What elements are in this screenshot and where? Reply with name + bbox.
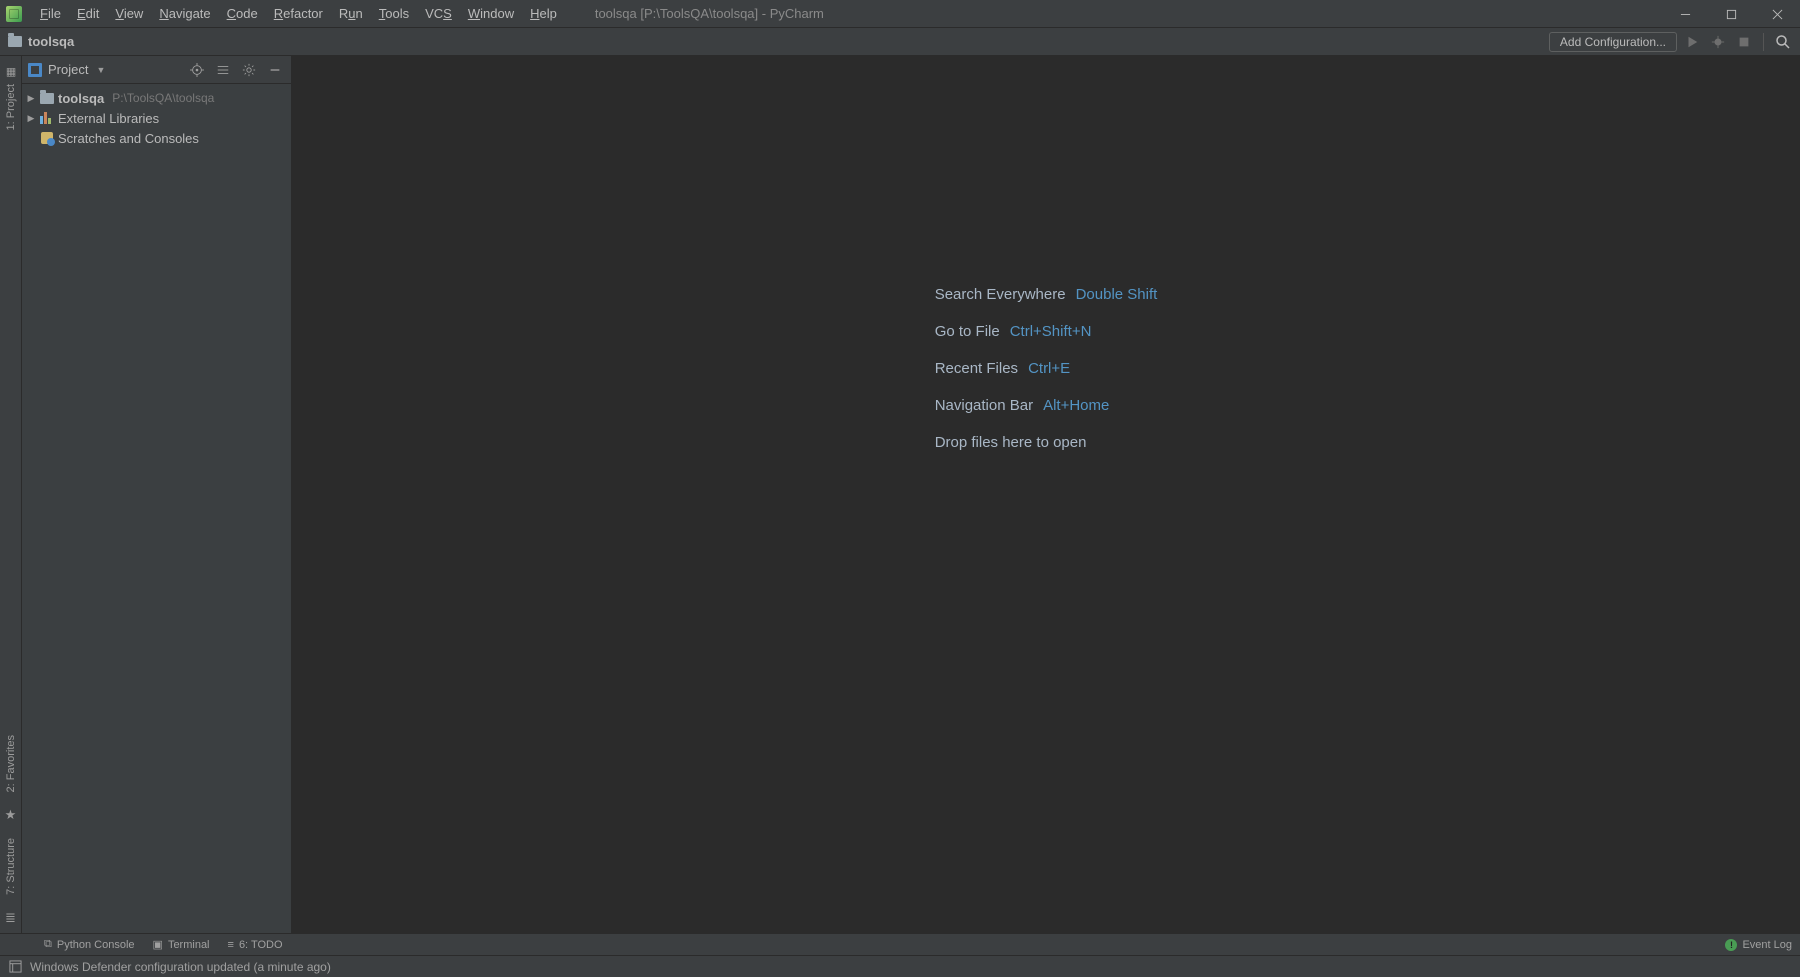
menu-code[interactable]: Code [219,0,266,27]
status-bar: Windows Defender configuration updated (… [0,955,1800,977]
stop-icon[interactable] [1733,31,1755,53]
add-configuration-button[interactable]: Add Configuration... [1549,32,1677,52]
hint-go-to-file: Go to File Ctrl+Shift+N [935,323,1158,340]
project-tool-window: Project ▼ ▶ toolsqa P:\ToolsQA\toolsqa ▶… [22,56,292,933]
tool-button-favorites[interactable]: 2: Favorites [5,729,17,798]
project-tree[interactable]: ▶ toolsqa P:\ToolsQA\toolsqa ▶ External … [22,84,291,148]
tab-python-console[interactable]: ⧉ Python Console [44,938,135,951]
hint-navigation-bar: Navigation Bar Alt+Home [935,397,1158,414]
tree-item-root[interactable]: ▶ toolsqa P:\ToolsQA\toolsqa [22,88,291,108]
tab-todo[interactable]: ≡ 6: TODO [228,939,283,951]
tool-button-structure[interactable]: 7: Structure [5,832,17,901]
chevron-right-icon[interactable]: ▶ [26,93,36,104]
menu-refactor[interactable]: Refactor [266,0,331,27]
navigation-bar: toolsqa Add Configuration... [0,28,1800,56]
window-controls [1662,0,1800,28]
project-icon: ▦ [4,66,18,80]
app-logo-icon [6,6,22,22]
menu-view[interactable]: View [107,0,151,27]
menu-vcs[interactable]: VCS [417,0,460,27]
bottom-tool-tabs: ⧉ Python Console ▣ Terminal ≡ 6: TODO ! … [0,933,1800,955]
main-area: 1: Project ▦ 2: Favorites ★ 7: Structure… [0,56,1800,933]
breadcrumb[interactable]: toolsqa [28,34,74,49]
terminal-icon: ▣ [153,938,163,951]
hide-tool-icon[interactable] [265,60,285,80]
project-tool-title[interactable]: Project [48,62,88,77]
python-icon: ⧉ [44,938,52,951]
chevron-down-icon[interactable]: ▼ [96,65,105,75]
menu-edit[interactable]: Edit [69,0,107,27]
library-icon [40,112,54,124]
toolbar-separator [1763,33,1764,51]
hint-search-everywhere: Search Everywhere Double Shift [935,286,1158,303]
editor-empty-state[interactable]: Search Everywhere Double Shift Go to Fil… [292,56,1800,933]
expand-all-icon[interactable] [213,60,233,80]
menu-window[interactable]: Window [460,0,522,27]
folder-icon [40,93,54,104]
search-icon[interactable] [1772,31,1794,53]
tool-windows-icon[interactable] [8,960,22,974]
debug-icon[interactable] [1707,31,1729,53]
status-message: Windows Defender configuration updated (… [30,960,331,974]
project-tool-header: Project ▼ [22,56,291,84]
tool-button-project[interactable]: 1: Project ▦ [4,60,18,136]
scratches-icon [40,131,54,145]
menu-file[interactable]: File [32,0,69,27]
close-button[interactable] [1754,0,1800,28]
editor-hints: Search Everywhere Double Shift Go to Fil… [935,286,1158,451]
left-gutter: 1: Project ▦ 2: Favorites ★ 7: Structure… [0,56,22,933]
maximize-button[interactable] [1708,0,1754,28]
menu-navigate[interactable]: Navigate [151,0,218,27]
notification-badge-icon: ! [1725,939,1737,951]
folder-icon [8,36,22,47]
gear-icon[interactable] [239,60,259,80]
menu-help[interactable]: Help [522,0,565,27]
tree-item-scratches[interactable]: ▶ Scratches and Consoles [22,128,291,148]
toolbar-right: Add Configuration... [1549,28,1800,55]
locate-icon[interactable] [187,60,207,80]
tree-item-external-libraries[interactable]: ▶ External Libraries [22,108,291,128]
menubar: File Edit View Navigate Code Refactor Ru… [0,0,1800,28]
hint-recent-files: Recent Files Ctrl+E [935,360,1158,377]
menu-tools[interactable]: Tools [371,0,417,27]
project-view-icon [28,63,42,77]
menu-run[interactable]: Run [331,0,371,27]
chevron-right-icon[interactable]: ▶ [26,113,36,124]
run-icon[interactable] [1681,31,1703,53]
structure-icon: ≣ [4,911,18,925]
hint-drop-files: Drop files here to open [935,434,1158,451]
minimize-button[interactable] [1662,0,1708,28]
tab-terminal[interactable]: ▣ Terminal [153,938,210,951]
gutter-top: 1: Project ▦ [4,60,18,136]
window-title: toolsqa [P:\ToolsQA\toolsqa] - PyCharm [595,6,824,21]
tab-event-log[interactable]: ! Event Log [1725,939,1792,951]
star-icon: ★ [4,808,18,822]
todo-icon: ≡ [228,939,234,951]
